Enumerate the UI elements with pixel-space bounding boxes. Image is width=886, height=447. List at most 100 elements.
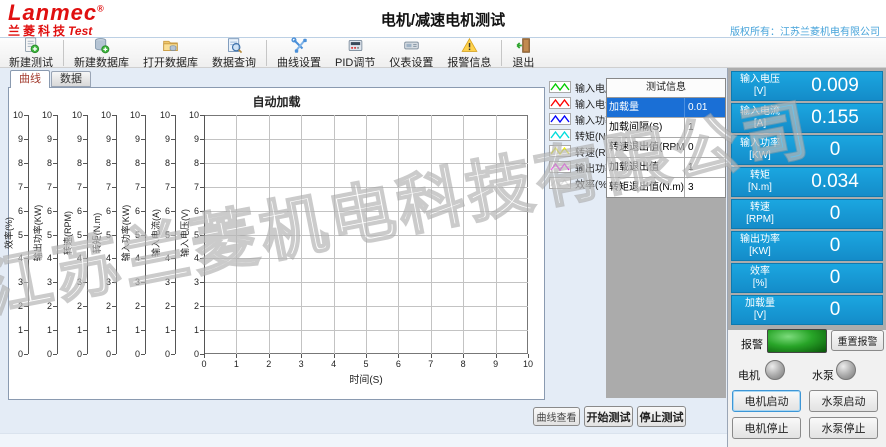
y-tick-label: 10 bbox=[64, 110, 82, 120]
x-axis-title: 时间(S) bbox=[204, 371, 528, 386]
test-info-row[interactable]: 转矩退出值(N.m)3 bbox=[607, 178, 725, 197]
y-tick-mark bbox=[24, 187, 28, 188]
test-info-row-value: 3 bbox=[685, 178, 725, 197]
meter-settings-icon bbox=[403, 37, 420, 54]
y-tick-mark bbox=[83, 163, 87, 164]
toolbar-new-database-button[interactable]: 新建数据库 bbox=[67, 36, 136, 70]
y-tick-mark bbox=[24, 139, 28, 140]
readout-card-2: 输入电流[A]0.155 bbox=[731, 103, 883, 133]
test-info-table: 测试信息加载量0.01加载间隔(S)1转速退出值(RPM)0加载退出值1转矩退出… bbox=[606, 78, 726, 198]
test-info-row-label: 转速退出值(RPM) bbox=[607, 138, 685, 157]
motor-label: 电机 bbox=[738, 367, 760, 383]
x-tick-mark bbox=[334, 354, 335, 358]
y-tick-label: 0 bbox=[5, 349, 23, 359]
readout-label-name: 输入功率 bbox=[732, 138, 788, 150]
legend-swatch bbox=[549, 129, 571, 141]
readout-value: 0 bbox=[788, 235, 882, 257]
readout-label-name: 输入电压 bbox=[732, 74, 788, 86]
toolbar: 新建测试 新建数据库打开数据库数据查询曲线设置PID调节仪表设置报警信息退出 bbox=[0, 38, 886, 68]
toolbar-new-test-button[interactable]: 新建测试 bbox=[2, 36, 60, 70]
y-tick-label: 1 bbox=[5, 325, 23, 335]
tab-curve[interactable]: 曲线 bbox=[10, 70, 50, 88]
y-tick-label: 8 bbox=[181, 158, 199, 168]
readout-value: 0 bbox=[788, 267, 882, 289]
test-info-header: 测试信息 bbox=[607, 79, 725, 98]
y-tick-label: 1 bbox=[181, 325, 199, 335]
readout-card-6: 输出功率[KW]0 bbox=[731, 231, 883, 261]
toolbar-item-label: 新建数据库 bbox=[74, 54, 129, 70]
x-tick-mark bbox=[496, 354, 497, 358]
y-tick-label: 2 bbox=[64, 301, 82, 311]
y-tick-label: 9 bbox=[5, 134, 23, 144]
y-tick-mark bbox=[83, 187, 87, 188]
y-tick-mark bbox=[171, 354, 175, 355]
y-tick-label: 0 bbox=[152, 349, 170, 359]
motor-start-button[interactable]: 电机启动 bbox=[732, 390, 801, 412]
test-info-row[interactable]: 加载退出值1 bbox=[607, 158, 725, 178]
y-tick-label: 10 bbox=[5, 110, 23, 120]
pump-start-button[interactable]: 水泵启动 bbox=[809, 390, 878, 412]
toolbar-pid-tune-button[interactable]: PID调节 bbox=[328, 36, 382, 70]
y-axis-title: 输出功率(KW) bbox=[33, 193, 43, 273]
y-tick-mark bbox=[141, 115, 145, 116]
toolbar-alarm-info-button[interactable]: 报警信息 bbox=[440, 36, 498, 70]
test-info-row-label: 加载退出值 bbox=[607, 158, 685, 177]
stop-test-button[interactable]: 停止测试 bbox=[637, 406, 686, 427]
y-tick-label: 3 bbox=[5, 277, 23, 287]
pump-stop-button[interactable]: 水泵停止 bbox=[809, 417, 878, 439]
toolbar-meter-settings-button[interactable]: 仪表设置 bbox=[382, 36, 440, 70]
y-axis-line bbox=[175, 115, 176, 354]
y-tick-label: 1 bbox=[93, 325, 111, 335]
toolbar-data-query-button[interactable]: 数据查询 bbox=[205, 36, 263, 70]
gridline-horizontal bbox=[204, 330, 528, 331]
toolbar-item-label: 新建测试 bbox=[9, 54, 53, 70]
legend-swatch bbox=[549, 177, 571, 189]
test-info-row[interactable]: 加载间隔(S)1 bbox=[607, 118, 725, 138]
legend-swatch bbox=[549, 113, 571, 125]
toolbar-item-label: 数据查询 bbox=[212, 54, 256, 70]
y-tick-mark bbox=[141, 330, 145, 331]
y-axis-line bbox=[57, 115, 58, 354]
y-tick-mark bbox=[83, 258, 87, 259]
y-tick-mark bbox=[171, 235, 175, 236]
toolbar-item-label: 退出 bbox=[512, 54, 534, 70]
y-tick-label: 3 bbox=[181, 277, 199, 287]
start-test-button[interactable]: 开始测试 bbox=[584, 406, 633, 427]
test-info-row[interactable]: 转速退出值(RPM)0 bbox=[607, 138, 725, 158]
toolbar-separator bbox=[266, 40, 267, 66]
toolbar-exit-button[interactable]: 退出 bbox=[505, 36, 541, 70]
reset-alarm-button[interactable]: 重置报警 bbox=[831, 330, 884, 351]
y-axis-title: 输入功率(KW) bbox=[121, 193, 131, 273]
toolbar-open-database-button[interactable]: 打开数据库 bbox=[136, 36, 205, 70]
gridline-horizontal bbox=[204, 258, 528, 259]
readout-unit: [RPM] bbox=[732, 214, 788, 226]
curve-view-button[interactable]: 曲线查看 bbox=[533, 407, 580, 426]
y-axis-line bbox=[28, 115, 29, 354]
motor-stop-button[interactable]: 电机停止 bbox=[732, 417, 801, 439]
y-tick-label: 10 bbox=[181, 110, 199, 120]
y-tick-mark bbox=[112, 139, 116, 140]
y-tick-mark bbox=[53, 139, 57, 140]
y-tick-mark bbox=[141, 235, 145, 236]
y-tick-label: 7 bbox=[64, 182, 82, 192]
y-tick-mark bbox=[53, 258, 57, 259]
y-tick-mark bbox=[200, 211, 204, 212]
readout-label-name: 输入电流 bbox=[732, 106, 788, 118]
y-tick-label: 8 bbox=[93, 158, 111, 168]
readout-card-4: 转矩[N.m]0.034 bbox=[731, 167, 883, 197]
toolbar-curve-settings-button[interactable]: 曲线设置 bbox=[270, 36, 328, 70]
readout-unit: [%] bbox=[732, 278, 788, 290]
y-tick-label: 7 bbox=[122, 182, 140, 192]
new-database-icon bbox=[93, 37, 110, 54]
y-tick-mark bbox=[171, 163, 175, 164]
y-tick-mark bbox=[24, 282, 28, 283]
tab-data[interactable]: 数据 bbox=[51, 71, 91, 87]
readout-unit: [A] bbox=[732, 118, 788, 130]
y-tick-mark bbox=[141, 282, 145, 283]
y-tick-label: 10 bbox=[152, 110, 170, 120]
y-tick-label: 3 bbox=[122, 277, 140, 287]
y-tick-label: 3 bbox=[152, 277, 170, 287]
toolbar-item-label: 仪表设置 bbox=[389, 54, 433, 70]
y-tick-mark bbox=[171, 211, 175, 212]
test-info-row[interactable]: 加载量0.01 bbox=[607, 98, 725, 118]
